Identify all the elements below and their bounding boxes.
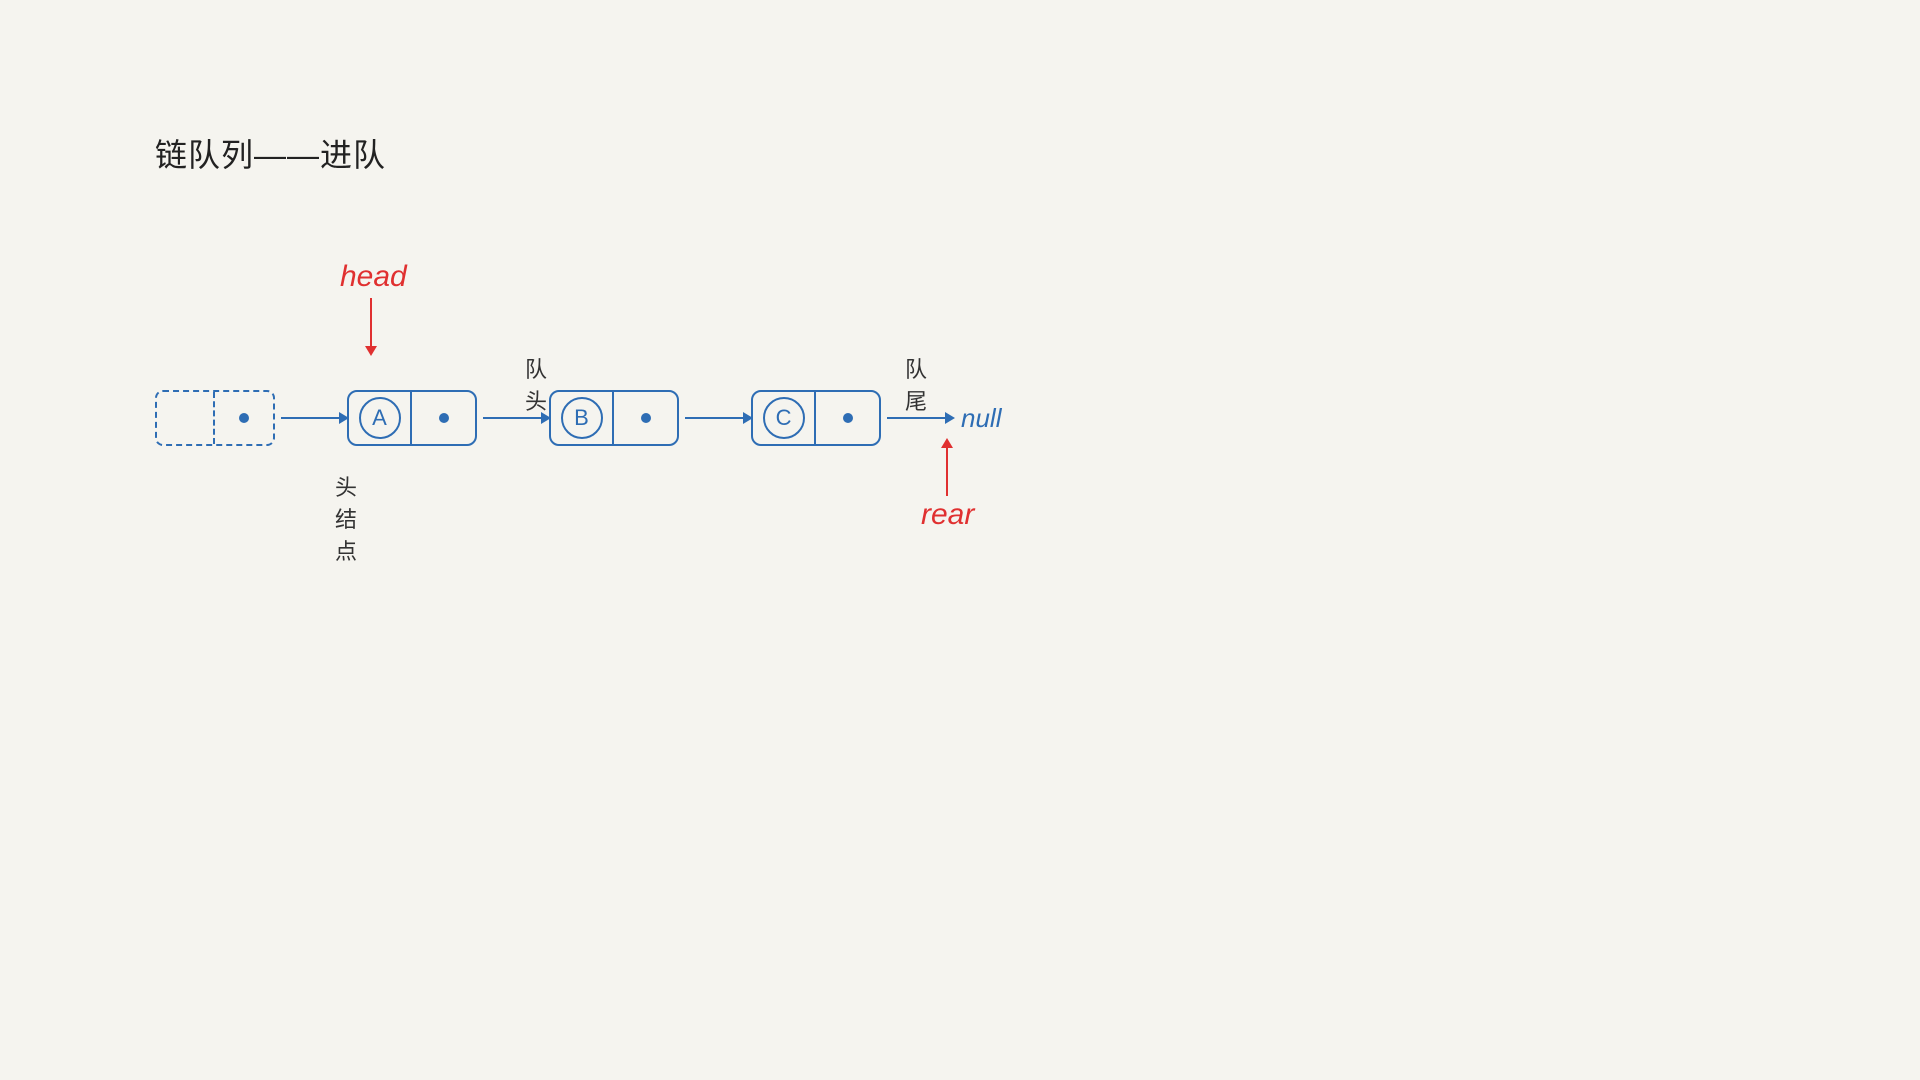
node-a-pointer [439, 413, 449, 423]
arrow-a-to-b [483, 417, 543, 419]
node-a-data: A [349, 392, 412, 444]
node-a-next [412, 392, 475, 444]
rear-arrow [946, 446, 948, 496]
arrow-line [281, 417, 341, 419]
arrow-line [685, 417, 745, 419]
node-c-circle: C [763, 397, 805, 439]
head-node-data-cell [157, 392, 215, 444]
null-label: null [961, 403, 1001, 434]
node-c: C [751, 390, 881, 446]
page-title: 链队列——进队 [155, 130, 386, 176]
arrow-line [483, 417, 543, 419]
arrow-head-to-a [281, 417, 341, 419]
arrow-c-to-null [887, 417, 947, 419]
head-node-pointer-dot [239, 413, 249, 423]
node-a: A [347, 390, 477, 446]
node-b-pointer [641, 413, 651, 423]
node-a-circle: A [359, 397, 401, 439]
node-c-data: C [753, 392, 816, 444]
node-b-next [614, 392, 677, 444]
arrow-line [887, 417, 947, 419]
toujiandian-label: 头结点 [335, 470, 357, 566]
arrow-b-to-c [685, 417, 745, 419]
head-node [155, 390, 275, 446]
node-b: B [549, 390, 679, 446]
node-c-pointer [843, 413, 853, 423]
nodes-row: A B C [155, 390, 1001, 446]
rear-pointer-label: rear [921, 498, 974, 532]
node-c-next [816, 392, 879, 444]
head-arrow [370, 298, 372, 348]
head-pointer-label: head [340, 260, 407, 294]
node-b-data: B [551, 392, 614, 444]
node-b-circle: B [561, 397, 603, 439]
head-node-next-cell [215, 392, 273, 444]
